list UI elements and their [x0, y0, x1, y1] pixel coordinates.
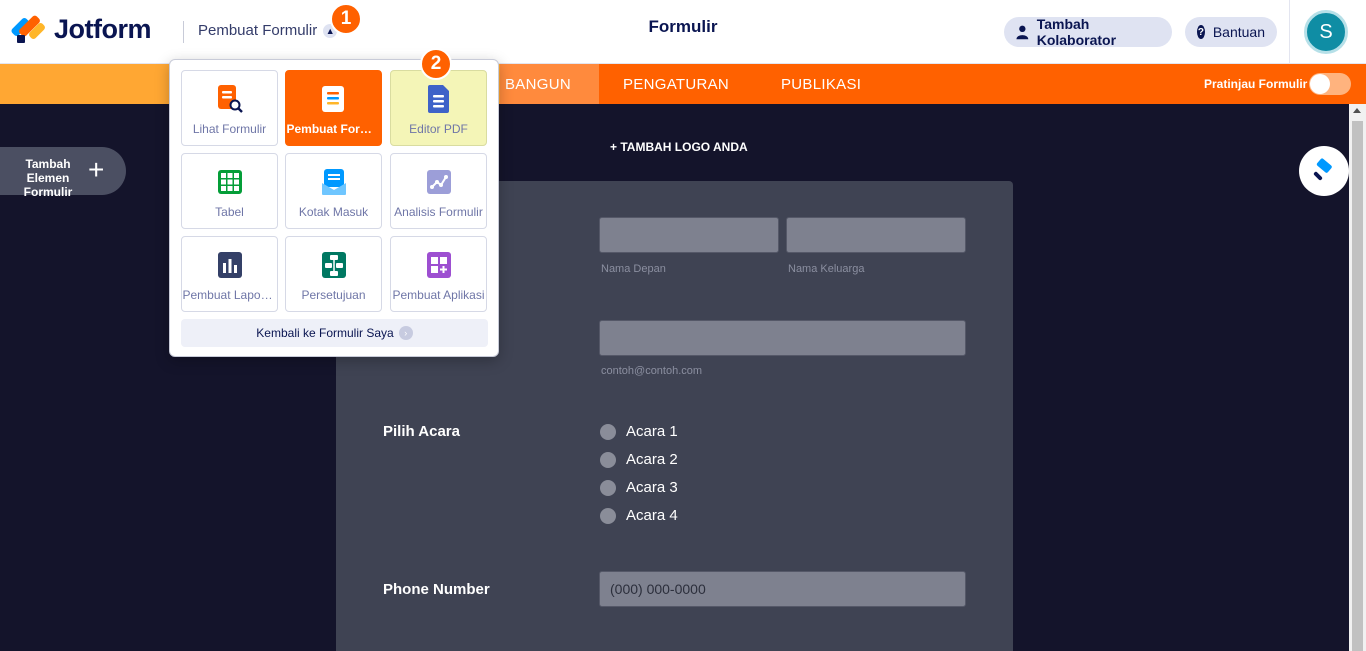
analytics-icon — [426, 167, 452, 197]
radio-button[interactable] — [600, 451, 616, 468]
scrollbar-thumb[interactable] — [1352, 121, 1363, 651]
brand-name: Jotform — [54, 14, 152, 44]
pdf-editor-icon — [426, 84, 452, 114]
phone-field-label: Phone Number — [383, 581, 490, 598]
tile-label: Editor PDF — [409, 122, 468, 136]
add-form-element-label: Tambah Elemen Formulir — [23, 157, 73, 199]
first-name-sublabel: Nama Depan — [601, 263, 666, 275]
last-name-input[interactable] — [786, 217, 966, 253]
event-option-label: Acara 1 — [626, 423, 678, 440]
product-switcher-dropdown: Lihat Formulir Pembuat Formulir Editor P… — [169, 59, 499, 357]
step-badge-number: 2 — [430, 53, 442, 74]
tile-label: Analisis Formulir — [394, 205, 483, 219]
tile-label: Kotak Masuk — [298, 205, 369, 219]
report-builder-icon — [217, 250, 243, 280]
event-option-2[interactable]: Acara 2 — [600, 451, 678, 468]
radio-button[interactable] — [600, 423, 616, 440]
add-collaborator-button[interactable]: Tambah Kolaborator — [1004, 16, 1172, 48]
header-divider — [183, 21, 184, 43]
step-badge-number: 1 — [340, 8, 352, 29]
tile-label: Persetujuan — [301, 288, 366, 302]
last-name-sublabel: Nama Keluarga — [788, 263, 865, 275]
radio-button[interactable] — [600, 507, 616, 524]
event-option-label: Acara 3 — [626, 479, 678, 496]
tab-build-label: BANGUN — [505, 75, 571, 93]
tab-publish-label: PUBLIKASI — [781, 75, 862, 93]
preview-form-label: Pratinjau Formulir — [1204, 77, 1308, 91]
jotform-logo-icon — [10, 13, 47, 45]
step-badge-2: 2 — [420, 48, 452, 80]
add-form-element-button[interactable]: Tambah Elemen Formulir + — [0, 147, 126, 199]
event-option-label: Acara 2 — [626, 451, 678, 468]
tile-view-form[interactable]: Lihat Formulir — [181, 70, 278, 146]
form-builder-icon — [321, 84, 347, 114]
plus-icon: + — [88, 154, 105, 185]
tables-icon — [217, 167, 243, 197]
builder-menu-toggle[interactable]: Pembuat Formulir ▲ — [198, 22, 338, 39]
event-field-label: Pilih Acara — [383, 423, 460, 440]
tab-publish[interactable]: PUBLIKASI — [781, 64, 861, 104]
inbox-icon — [321, 167, 347, 197]
tile-report-builder[interactable]: Pembuat Laporan — [181, 236, 278, 312]
add-collaborator-label: Tambah Kolaborator — [1036, 16, 1117, 48]
view-form-icon — [217, 84, 243, 114]
tile-tables[interactable]: Tabel — [181, 153, 278, 229]
header-divider-right — [1289, 0, 1290, 64]
help-button[interactable]: ? Bantuan — [1185, 17, 1277, 47]
tile-inbox[interactable]: Kotak Masuk — [285, 153, 382, 229]
tile-label: Lihat Formulir — [192, 122, 267, 136]
question-icon: ? — [1197, 25, 1205, 39]
event-option-label: Acara 4 — [626, 507, 678, 524]
phone-placeholder: (000) 000-0000 — [610, 581, 706, 597]
tab-build[interactable]: BANGUN — [500, 64, 599, 104]
phone-input[interactable]: (000) 000-0000 — [599, 571, 966, 607]
chevron-right-icon: › — [398, 326, 413, 340]
tile-approvals[interactable]: Persetujuan — [285, 236, 382, 312]
avatar[interactable]: S — [1304, 10, 1348, 54]
add-logo-link[interactable]: + TAMBAH LOGO ANDA — [610, 140, 748, 154]
tile-label: Pembuat Laporan — [182, 288, 277, 302]
email-input[interactable] — [599, 320, 966, 356]
top-header: Jotform Pembuat Formulir ▲ Formulir Tamb… — [0, 0, 1366, 64]
event-option-4[interactable]: Acara 4 — [600, 507, 678, 524]
preview-form-toggle[interactable] — [1309, 73, 1351, 95]
radio-button[interactable] — [600, 479, 616, 496]
tile-app-builder[interactable]: Pembuat Aplikasi — [390, 236, 487, 312]
avatar-initial: S — [1319, 20, 1333, 43]
builder-menu-label: Pembuat Formulir — [198, 22, 318, 39]
back-to-my-forms-label: Kembali ke Formulir Saya — [256, 326, 394, 340]
form-designer-button[interactable] — [1299, 146, 1349, 196]
tile-label: Pembuat Formulir — [286, 122, 381, 136]
paint-roller-icon — [1313, 158, 1332, 181]
tab-settings-label: PENGATURAN — [623, 75, 730, 93]
user-icon — [1016, 25, 1029, 40]
jotform-logo[interactable]: Jotform — [10, 13, 152, 45]
tile-analytics[interactable]: Analisis Formulir — [390, 153, 487, 229]
tile-label: Pembuat Aplikasi — [392, 288, 485, 302]
tile-label: Tabel — [215, 205, 244, 219]
approvals-icon — [321, 250, 347, 280]
email-sublabel: contoh@contoh.com — [601, 365, 703, 377]
event-option-1[interactable]: Acara 1 — [600, 423, 678, 440]
first-name-input[interactable] — [599, 217, 779, 253]
help-label: Bantuan — [1212, 24, 1265, 40]
tile-pdf-editor[interactable]: Editor PDF — [390, 70, 487, 146]
scroll-up-arrow[interactable] — [1353, 108, 1361, 113]
tile-form-builder[interactable]: Pembuat Formulir — [285, 70, 382, 146]
step-badge-1: 1 — [330, 3, 362, 35]
app-builder-icon — [426, 250, 452, 280]
event-option-3[interactable]: Acara 3 — [600, 479, 678, 496]
back-to-my-forms-link[interactable]: Kembali ke Formulir Saya › — [181, 319, 488, 347]
tab-settings[interactable]: PENGATURAN — [623, 64, 729, 104]
